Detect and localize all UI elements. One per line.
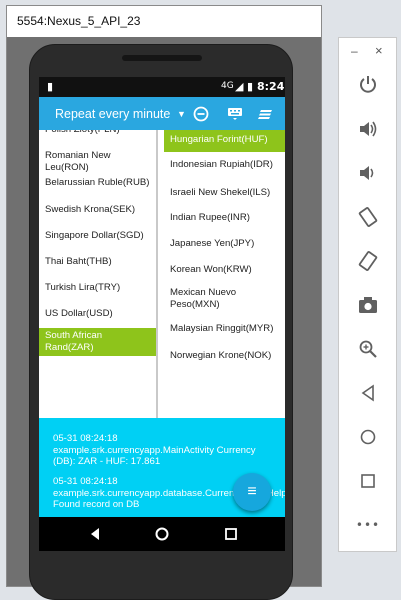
close-button[interactable]: × (375, 43, 383, 58)
camera-icon[interactable] (352, 292, 384, 318)
target-currency-list[interactable]: Hungarian Forint(HUF) Indonesian Rupiah(I… (164, 130, 285, 418)
status-bar: ▮ 4G ◢ ▮ 8:24 (39, 77, 285, 97)
sort-icon[interactable] (255, 103, 277, 125)
currency-label: Singapore Dollar(SGD) (45, 230, 144, 241)
menu-icon: ≡ (247, 483, 257, 500)
currency-label: Mexican Nuevo Peso(MXN) (170, 286, 237, 310)
rotate-right-icon[interactable] (352, 248, 384, 274)
currency-item[interactable]: Swedish Krona(SEK) (39, 197, 156, 223)
currency-label: Japanese Yen(JPY) (170, 238, 255, 249)
menu-fab[interactable]: ≡ (233, 473, 271, 511)
sd-card-icon: ▮ (47, 80, 54, 93)
currency-label: Thai Baht(THB) (45, 256, 112, 267)
back-icon[interactable] (83, 523, 107, 545)
currency-item[interactable]: Polish Zloty(PLN) (39, 130, 156, 138)
power-icon[interactable] (352, 71, 384, 97)
phone-speaker (122, 55, 202, 61)
currency-label: US Dollar(USD) (45, 308, 113, 319)
status-time: 8:24 (257, 80, 285, 93)
emulator-side-toolbar: – × ••• (338, 37, 397, 552)
currency-item[interactable]: US Dollar(USD) (39, 301, 156, 327)
currency-label: Turkish Lira(TRY) (45, 282, 121, 293)
phone-screen: ▮ 4G ◢ ▮ 8:24 Repeat every minute ▼ Roma… (39, 77, 285, 517)
overview-icon[interactable] (352, 468, 384, 494)
home-icon[interactable] (150, 523, 174, 545)
phone-frame: ▮ 4G ◢ ▮ 8:24 Repeat every minute ▼ Roma… (29, 44, 293, 600)
currency-item[interactable]: Israeli New Shekel(ILS) (164, 180, 285, 206)
currency-item[interactable]: Belarussian Ruble(RUB) (39, 170, 156, 196)
recents-icon[interactable] (219, 523, 243, 545)
currency-label: Polish Zloty(PLN) (45, 130, 152, 136)
currency-item[interactable]: Korean Won(KRW) (164, 257, 285, 283)
emulator-titlebar: 5554:Nexus_5_API_23 (7, 6, 321, 37)
volume-up-icon[interactable] (352, 116, 384, 142)
nav-bar (39, 517, 285, 551)
currency-item[interactable]: Singapore Dollar(SGD) (39, 223, 156, 249)
currency-item[interactable]: Indonesian Rupiah(IDR) (164, 153, 285, 177)
currency-label: Norwegian Krone(NOK) (170, 350, 272, 361)
minimize-button[interactable]: – (351, 44, 358, 58)
log-entry: 05-31 08:24:18 example.srk.currencyapp.M… (53, 433, 256, 467)
currency-label: Indian Rupee(INR) (170, 212, 250, 223)
currency-item[interactable]: Malaysian Ringgit(MYR) (164, 316, 285, 342)
currency-item[interactable]: Mexican Nuevo Peso(MXN) (164, 281, 285, 316)
signal-label: 4G (221, 81, 234, 91)
rotate-left-icon[interactable] (352, 204, 384, 230)
emulator-title: 5554:Nexus_5_API_23 (17, 14, 141, 28)
repeat-interval-spinner[interactable]: Repeat every minute ▼ (45, 97, 191, 130)
signal-icon: ◢ (235, 80, 244, 93)
more-icon[interactable]: ••• (352, 512, 384, 538)
currency-item[interactable]: Thai Baht(THB) (39, 249, 156, 275)
volume-down-icon[interactable] (352, 160, 384, 186)
currency-item[interactable]: South African Rand(ZAR) (39, 328, 156, 356)
currency-label: Hungarian Forint(HUF) (170, 134, 268, 145)
currency-item[interactable]: Turkish Lira(TRY) (39, 275, 156, 301)
zoom-icon[interactable] (352, 336, 384, 362)
currency-label: Indonesian Rupiah(IDR) (170, 159, 273, 170)
currency-item[interactable]: Japanese Yen(JPY) (164, 231, 285, 257)
remove-circle-icon[interactable] (190, 103, 212, 125)
spinner-label: Repeat every minute (55, 107, 171, 121)
battery-icon: ▮ (247, 80, 254, 93)
home-icon[interactable] (352, 424, 384, 450)
currency-label: Israeli New Shekel(ILS) (170, 187, 271, 198)
app-bar: Repeat every minute ▼ (39, 97, 285, 130)
currency-label: Swedish Krona(SEK) (45, 204, 136, 215)
currency-item[interactable]: Hungarian Forint(HUF) (164, 130, 285, 152)
keyboard-icon[interactable] (224, 103, 246, 125)
dropdown-arrow-icon: ▼ (177, 109, 186, 119)
currency-item[interactable]: Norwegian Krone(NOK) (164, 343, 285, 369)
currency-label: South African Rand(ZAR) (45, 330, 103, 353)
currency-label: Korean Won(KRW) (170, 264, 252, 275)
base-currency-list[interactable]: Polish Zloty(PLN)Romanian New Leu(RON)Be… (39, 130, 158, 418)
currency-label: Belarussian Ruble(RUB) (45, 177, 150, 188)
back-icon[interactable] (352, 380, 384, 406)
emulator-window: 5554:Nexus_5_API_23 ▮ 4G ◢ ▮ 8:24 Repeat… (6, 5, 322, 600)
currency-label: Malaysian Ringgit(MYR) (170, 323, 274, 334)
currency-item[interactable]: Indian Rupee(INR) (164, 205, 285, 231)
